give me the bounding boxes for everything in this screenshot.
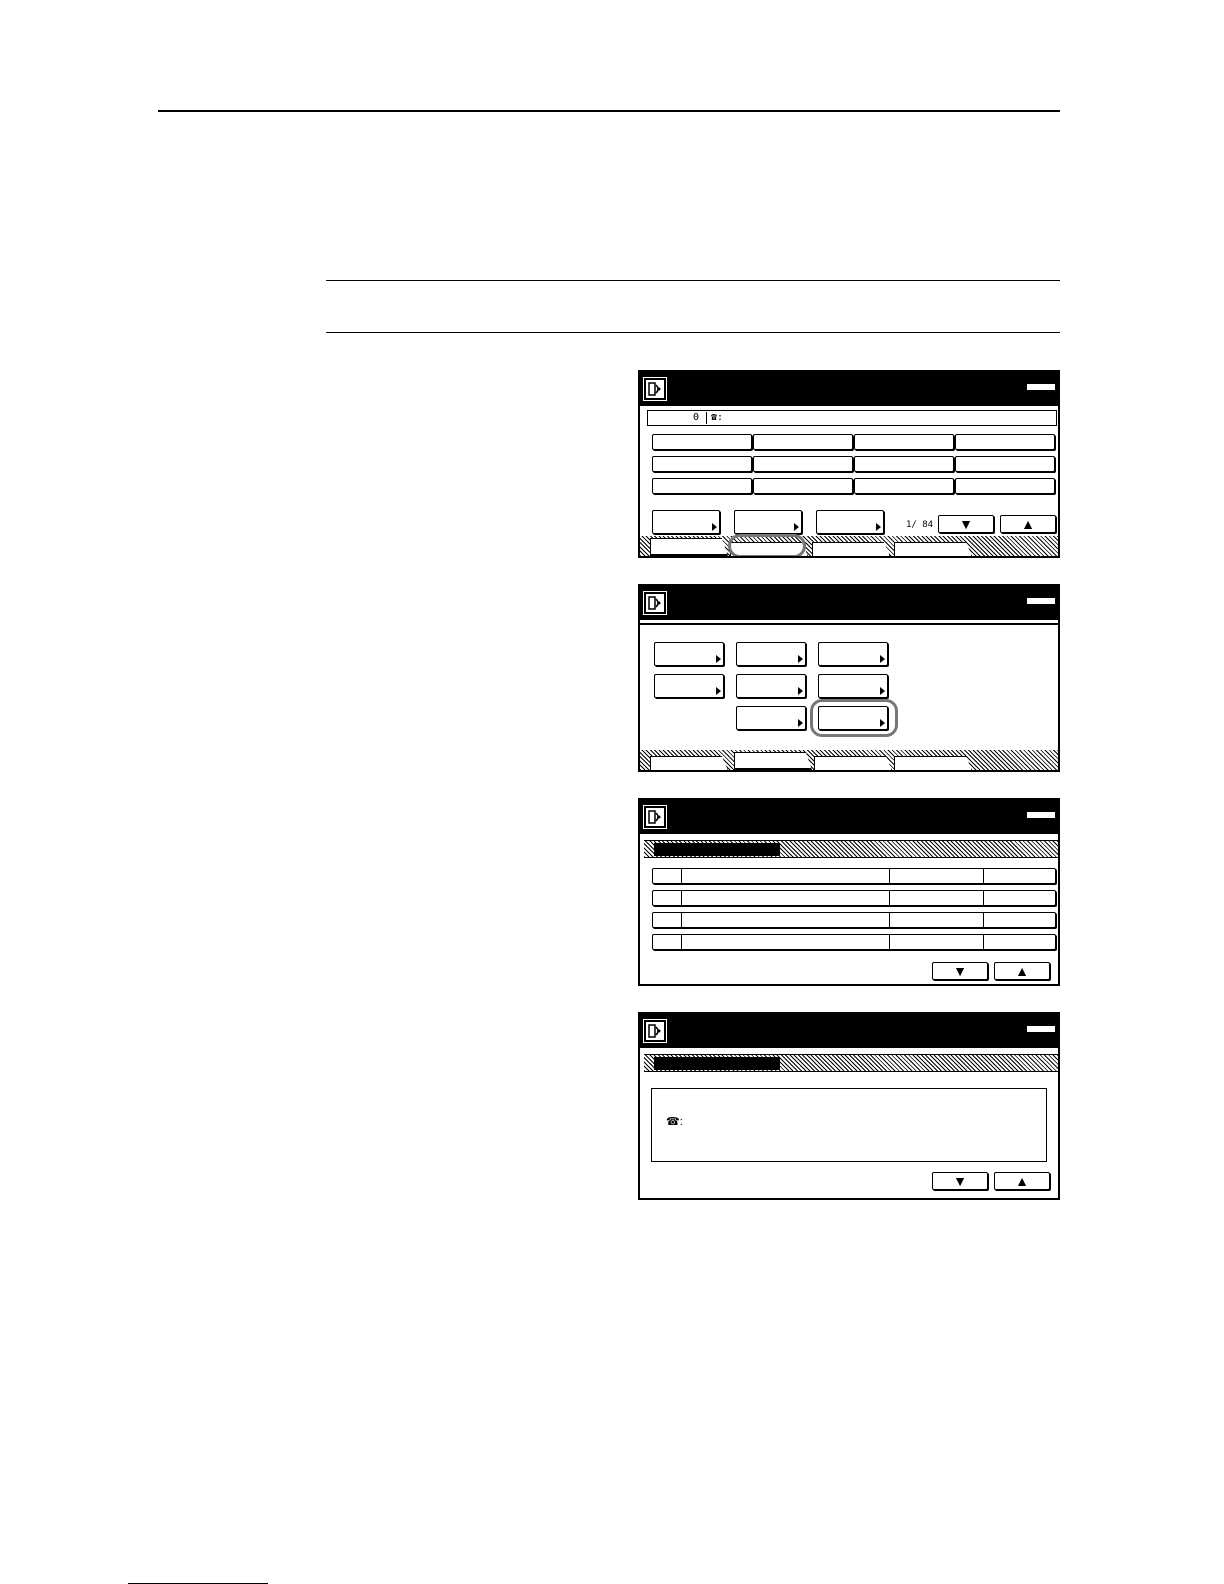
tab-strip xyxy=(640,750,1058,770)
one-touch-key[interactable] xyxy=(753,434,853,450)
scroll-up-button[interactable]: ▲ xyxy=(994,1172,1050,1190)
function-button[interactable] xyxy=(736,674,806,698)
submenu-arrow-icon xyxy=(876,523,881,531)
one-touch-key[interactable] xyxy=(854,456,954,472)
fax-screen-list: ▼ ▲ xyxy=(638,798,1060,986)
tab-3[interactable] xyxy=(814,756,892,770)
memory-indicator xyxy=(1026,1025,1056,1033)
scroll-up-button[interactable]: ▲ xyxy=(994,962,1050,980)
tab-3[interactable] xyxy=(812,542,890,556)
table-row[interactable] xyxy=(652,890,1056,906)
one-touch-key[interactable] xyxy=(854,478,954,494)
one-touch-key[interactable] xyxy=(652,434,752,450)
tab-4[interactable] xyxy=(894,542,972,556)
title-bar xyxy=(640,586,1058,620)
submenu-arrow-icon xyxy=(880,655,885,663)
scroll-down-button[interactable]: ▼ xyxy=(932,962,988,980)
phone-icon: ☎: xyxy=(711,412,724,423)
submenu-arrow-icon xyxy=(798,687,803,695)
note-rule-bottom xyxy=(326,332,1060,333)
section-header xyxy=(644,840,1058,858)
title-bar xyxy=(640,372,1058,406)
memory-indicator xyxy=(1026,383,1056,391)
page-indicator: 1/ 84 xyxy=(906,520,934,530)
one-touch-key[interactable] xyxy=(854,434,954,450)
one-touch-key[interactable] xyxy=(955,478,1055,494)
fax-screen-address-book: 0 ☎: 1/ 84 ▼ ▲ xyxy=(638,370,1060,558)
memory-indicator xyxy=(1026,597,1056,605)
function-button[interactable] xyxy=(736,706,806,730)
submenu-arrow-icon xyxy=(794,523,799,531)
one-touch-key[interactable] xyxy=(955,434,1055,450)
destination-bar: 0 ☎: xyxy=(647,410,1057,426)
fax-screen-function-menu xyxy=(638,584,1060,772)
function-button[interactable] xyxy=(734,510,802,534)
submenu-arrow-icon xyxy=(880,687,885,695)
fax-mode-icon xyxy=(643,591,667,615)
memory-indicator xyxy=(1026,811,1056,819)
header-rule xyxy=(158,110,1060,112)
one-touch-key[interactable] xyxy=(753,456,853,472)
table-header xyxy=(652,868,1056,884)
highlight-tab-2 xyxy=(728,534,806,556)
section-title xyxy=(654,1057,780,1070)
function-button[interactable] xyxy=(652,510,720,534)
one-touch-key[interactable] xyxy=(652,456,752,472)
submenu-arrow-icon xyxy=(712,523,717,531)
tab-2[interactable] xyxy=(734,752,812,770)
phone-icon: ☎: xyxy=(666,1116,683,1128)
one-touch-key[interactable] xyxy=(753,478,853,494)
fax-screen-detail: ☎: ▼ ▲ xyxy=(638,1012,1060,1200)
one-touch-key[interactable] xyxy=(955,456,1055,472)
tab-4[interactable] xyxy=(894,756,972,770)
function-button[interactable] xyxy=(654,674,724,698)
table-row[interactable] xyxy=(652,934,1056,950)
section-title xyxy=(654,843,780,856)
function-button[interactable] xyxy=(818,642,888,666)
title-underline xyxy=(640,623,1058,625)
function-button[interactable] xyxy=(654,642,724,666)
destination-separator xyxy=(706,412,707,424)
submenu-arrow-icon xyxy=(798,719,803,727)
destination-count: 0 xyxy=(693,412,700,423)
submenu-arrow-icon xyxy=(716,687,721,695)
function-button[interactable] xyxy=(818,674,888,698)
table-row[interactable] xyxy=(652,912,1056,928)
highlight-function-button xyxy=(810,699,898,737)
title-bar xyxy=(640,1014,1058,1048)
note-rule-top xyxy=(326,280,1060,281)
submenu-arrow-icon xyxy=(798,655,803,663)
one-touch-key[interactable] xyxy=(652,478,752,494)
scroll-down-button[interactable]: ▼ xyxy=(932,1172,988,1190)
fax-mode-icon xyxy=(643,805,667,829)
detail-box: ☎: xyxy=(651,1088,1047,1162)
function-button[interactable] xyxy=(816,510,884,534)
tab-strip xyxy=(640,536,1058,556)
tab-1[interactable] xyxy=(650,756,728,770)
section-header xyxy=(644,1054,1058,1072)
title-bar xyxy=(640,800,1058,834)
page-down-button[interactable]: ▼ xyxy=(938,515,994,533)
page-up-button[interactable]: ▲ xyxy=(1000,515,1056,533)
function-button[interactable] xyxy=(736,642,806,666)
fax-mode-icon xyxy=(643,1019,667,1043)
fax-mode-icon xyxy=(643,377,667,401)
submenu-arrow-icon xyxy=(716,655,721,663)
tab-1[interactable] xyxy=(650,538,728,556)
